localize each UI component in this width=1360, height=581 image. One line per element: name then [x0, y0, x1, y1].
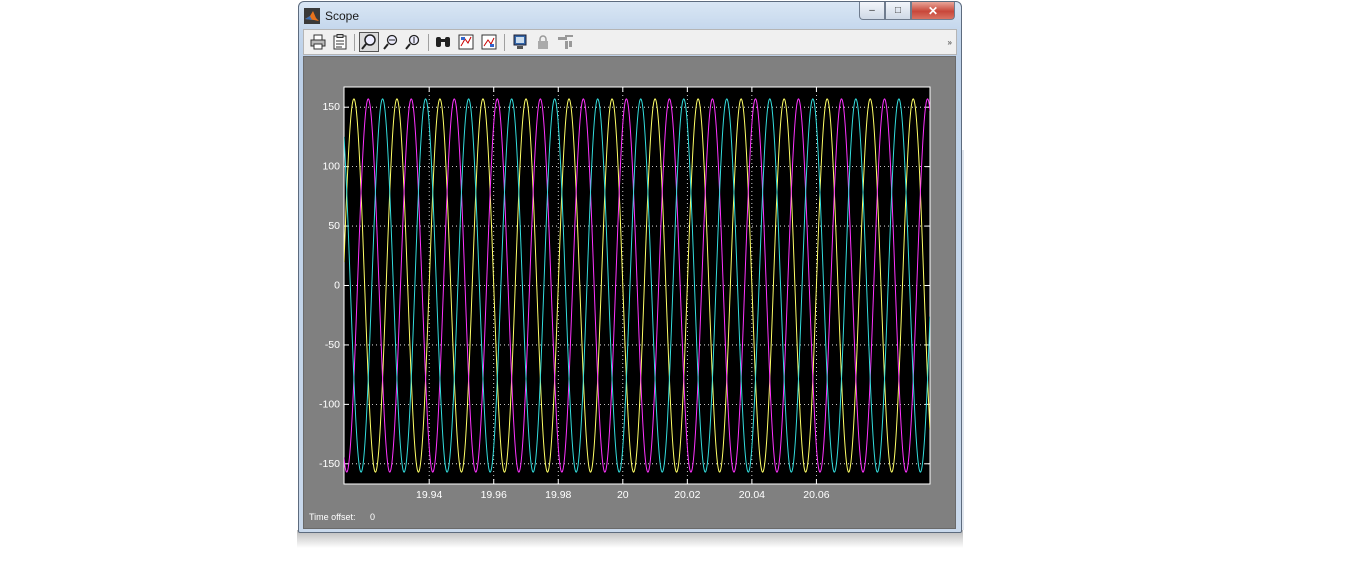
time-offset-status: Time offset: 0 [309, 512, 375, 522]
y-tick-label: 150 [322, 101, 340, 113]
restore-axes-button[interactable] [479, 32, 499, 52]
parameters-icon [333, 34, 347, 50]
zoom-x-button[interactable] [381, 32, 401, 52]
toolbar-separator [354, 34, 355, 51]
y-tick-label: -50 [325, 339, 340, 351]
toolbar-overflow-icon[interactable]: » [948, 38, 952, 47]
floating-scope-icon [513, 34, 527, 49]
x-tick-label: 19.98 [545, 489, 571, 501]
zoom-icon [361, 34, 376, 50]
maximize-button[interactable]: □ [885, 2, 911, 20]
floating-scope-button[interactable] [510, 32, 530, 52]
signal-selector-icon [558, 35, 573, 49]
x-tick-label: 19.96 [481, 489, 507, 501]
y-tick-label: -150 [319, 458, 340, 470]
lock-axes-button[interactable] [533, 32, 553, 52]
save-axes-icon [458, 34, 474, 50]
time-offset-label: Time offset: [309, 512, 356, 522]
scope-window: Scope ‒ □ ✕ » 150 100 50 0 -50 -100 -150… [298, 1, 962, 533]
print-button[interactable] [308, 32, 328, 52]
toolbar-separator [428, 34, 429, 51]
autoscale-icon [436, 37, 450, 47]
title-bar[interactable]: Scope ‒ □ ✕ [299, 2, 961, 28]
zoom-x-icon [383, 34, 398, 50]
matlab-logo-icon [304, 8, 320, 24]
signal-selector-button[interactable] [556, 32, 576, 52]
restore-axes-icon [481, 34, 497, 50]
save-axes-button[interactable] [456, 32, 476, 52]
close-button[interactable]: ✕ [911, 2, 955, 20]
y-tick-label: -100 [319, 398, 340, 410]
time-offset-value: 0 [370, 512, 376, 522]
minimize-button[interactable]: ‒ [859, 2, 885, 20]
scope-plot[interactable]: 150 100 50 0 -50 -100 -150 19.94 19.96 19.98 20 20.… [304, 57, 955, 528]
parameters-button[interactable] [330, 32, 350, 52]
print-icon [310, 34, 326, 50]
y-tick-label: 100 [322, 161, 340, 173]
x-tick-label: 20.04 [739, 489, 765, 501]
zoom-y-button[interactable] [403, 32, 423, 52]
zoom-button[interactable] [359, 32, 379, 52]
x-tick-label: 20.02 [674, 489, 700, 501]
zoom-y-icon [405, 34, 420, 50]
toolbar-separator [504, 34, 505, 51]
toolbar: » [303, 29, 957, 55]
scope-figure: 150 100 50 0 -50 -100 -150 19.94 19.96 19.98 20 20.… [303, 56, 956, 529]
lock-axes-icon [538, 35, 548, 49]
x-tick-label: 19.94 [416, 489, 442, 501]
autoscale-button[interactable] [433, 32, 453, 52]
y-tick-label: 0 [334, 280, 340, 292]
window-title: Scope [325, 9, 360, 23]
x-tick-label: 20.06 [803, 489, 829, 501]
y-tick-label: 50 [328, 220, 340, 232]
caption-buttons: ‒ □ ✕ [859, 2, 955, 22]
x-tick-label: 20 [617, 489, 629, 501]
